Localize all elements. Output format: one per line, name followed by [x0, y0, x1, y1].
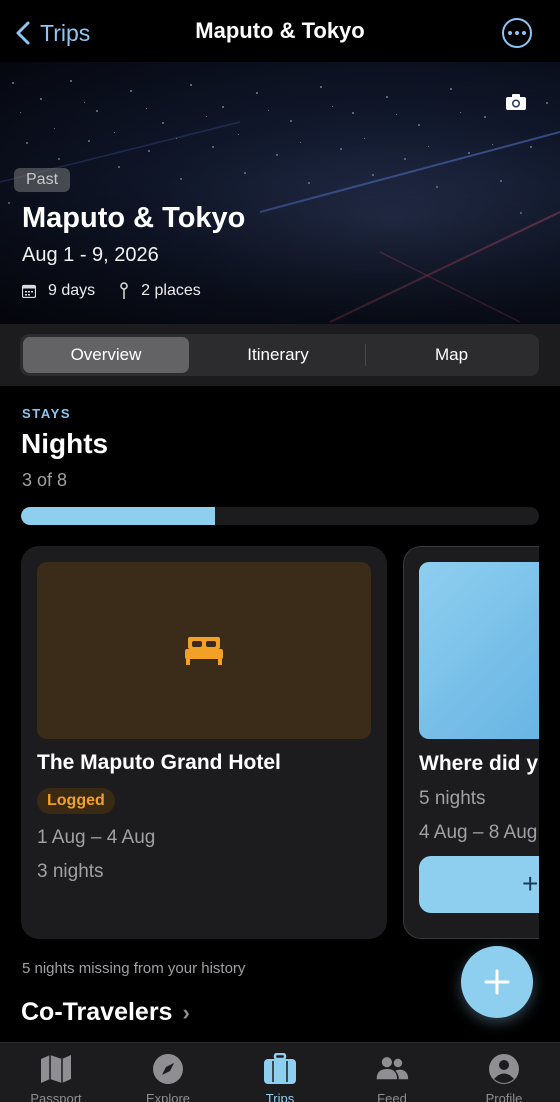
trip-dates: Aug 1 - 9, 2026 — [22, 244, 159, 266]
tab-label: Passport — [30, 1091, 82, 1102]
tab-explore[interactable]: Explore — [112, 1053, 224, 1102]
progress-fill — [21, 507, 216, 525]
people-icon — [376, 1057, 409, 1080]
segmented-control: Overview Itinerary Map — [20, 334, 539, 376]
plus-icon — [484, 969, 510, 995]
tab-label: Profile — [485, 1091, 523, 1102]
compass-icon — [153, 1054, 183, 1084]
tab-feed[interactable]: Feed — [336, 1053, 448, 1102]
tab-passport[interactable]: Passport — [0, 1053, 112, 1102]
pin-icon — [120, 282, 128, 299]
tab-trips[interactable]: Trips — [224, 1053, 336, 1102]
tab-label: Explore — [145, 1091, 191, 1102]
stay-nights: 3 nights — [37, 861, 104, 882]
add-stay-button[interactable]: + — [419, 856, 539, 913]
navigation-bar: Trips Maputo & Tokyo — [0, 0, 560, 64]
tab-label: Feed — [377, 1091, 407, 1102]
person-circle-icon — [489, 1054, 519, 1084]
nights-progress-bar — [21, 507, 539, 525]
ellipsis-icon — [508, 31, 512, 35]
bed-icon — [185, 636, 223, 665]
status-badge: Past — [14, 168, 71, 192]
page-title: Maputo & Tokyo — [195, 18, 365, 43]
trip-title: Maputo & Tokyo — [22, 202, 246, 234]
stay-prompt-card[interactable]: Where did y 5 nights 4 Aug – 8 Aug + — [403, 546, 539, 939]
stay-prompt-title: Where did y — [419, 752, 539, 775]
tab-bar: Passport Explore Trips Feed Profile — [0, 1042, 560, 1102]
segment-bar: Overview Itinerary Map — [0, 324, 560, 386]
chevron-right-icon: › — [182, 999, 190, 1025]
suitcase-icon — [264, 1053, 296, 1084]
stay-nights: 5 nights — [419, 788, 486, 809]
tab-itinerary[interactable]: Itinerary — [192, 337, 364, 373]
stay-card[interactable]: The Maputo Grand Hotel Logged 1 Aug – 4 … — [21, 546, 387, 939]
missing-nights-note: 5 nights missing from your history — [22, 960, 246, 977]
calendar-icon — [22, 284, 36, 298]
cotravelers-header[interactable]: Co-Travelers › — [21, 998, 190, 1027]
stay-title: The Maputo Grand Hotel — [37, 751, 281, 774]
add-fab-button[interactable] — [461, 946, 533, 1018]
cotravelers-title: Co-Travelers — [21, 998, 173, 1026]
section-title: Nights — [21, 428, 109, 459]
trip-meta: 9 days 2 places — [22, 282, 225, 300]
logged-badge: Logged — [37, 788, 115, 814]
tab-profile[interactable]: Profile — [448, 1053, 560, 1102]
trip-places: 2 places — [119, 282, 201, 300]
tab-overview[interactable]: Overview — [23, 337, 189, 373]
map-icon — [41, 1055, 71, 1083]
plus-icon: + — [522, 868, 539, 899]
trip-hero-image[interactable]: Past Maputo & Tokyo Aug 1 - 9, 2026 9 da… — [0, 62, 560, 324]
tab-label: Trips — [265, 1091, 295, 1102]
tab-map[interactable]: Map — [367, 337, 536, 373]
more-options-button[interactable] — [502, 18, 532, 48]
trip-days: 9 days — [22, 282, 95, 300]
section-label: STAYS — [22, 406, 72, 421]
nights-count: 3 of 8 — [22, 470, 68, 490]
stay-dates: 4 Aug – 8 Aug — [419, 822, 538, 843]
stay-image-placeholder — [37, 562, 371, 739]
camera-icon[interactable] — [506, 94, 526, 110]
stay-image-placeholder — [419, 562, 539, 739]
stay-dates: 1 Aug – 4 Aug — [37, 827, 156, 848]
